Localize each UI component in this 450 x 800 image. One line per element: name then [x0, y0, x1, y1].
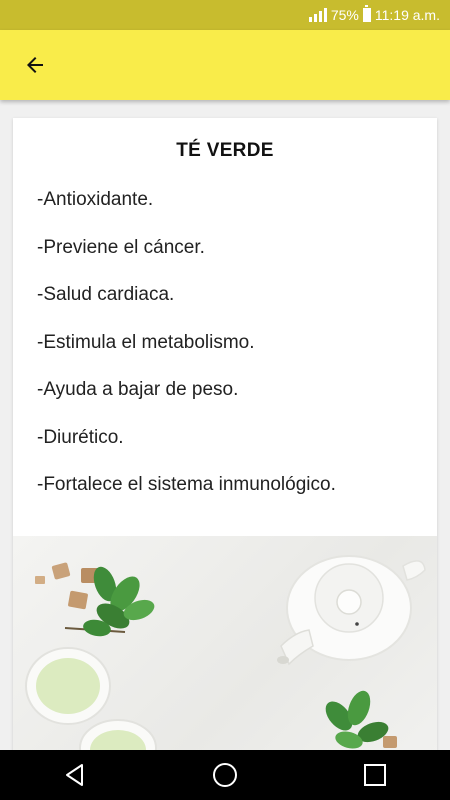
benefit-item: -Ayuda a bajar de peso.: [37, 379, 239, 400]
app-bar: [0, 30, 450, 100]
nav-back-button[interactable]: [45, 750, 105, 800]
arrow-left-icon: [27, 57, 43, 73]
back-triangle-icon: [66, 764, 83, 786]
benefits-list: -Antioxidante. -Previene el cáncer. -Sal…: [13, 176, 437, 509]
content-card: TÉ VERDE -Antioxidante. -Previene el cán…: [13, 118, 437, 758]
recents-square-icon: [364, 764, 386, 786]
nav-recents-button[interactable]: [345, 750, 405, 800]
battery-icon: [362, 5, 371, 22]
benefit-item: -Antioxidante.: [37, 189, 154, 210]
clock: 11:19 a.m.: [374, 7, 440, 23]
navigation-bar: [0, 750, 450, 800]
green-tea-photo: [13, 536, 437, 758]
nav-home-button[interactable]: [195, 750, 255, 800]
battery-percent: 75%: [330, 7, 359, 23]
benefit-item: -Diurético.: [37, 426, 124, 448]
home-circle-icon: [213, 763, 237, 787]
signal-icon: [308, 8, 327, 22]
back-button[interactable]: [14, 44, 56, 86]
benefit-item: -Fortalece el sistema inmunológico.: [37, 474, 336, 495]
benefit-item: -Salud cardiaca.: [37, 284, 175, 305]
tea-illustration: [25, 555, 426, 758]
benefit-item: -Estimula el metabolismo.: [37, 331, 255, 353]
benefit-item: -Previene el cáncer.: [37, 236, 205, 258]
status-bar: 75% 11:19 a.m.: [0, 0, 450, 30]
card-title: TÉ VERDE: [176, 140, 274, 161]
